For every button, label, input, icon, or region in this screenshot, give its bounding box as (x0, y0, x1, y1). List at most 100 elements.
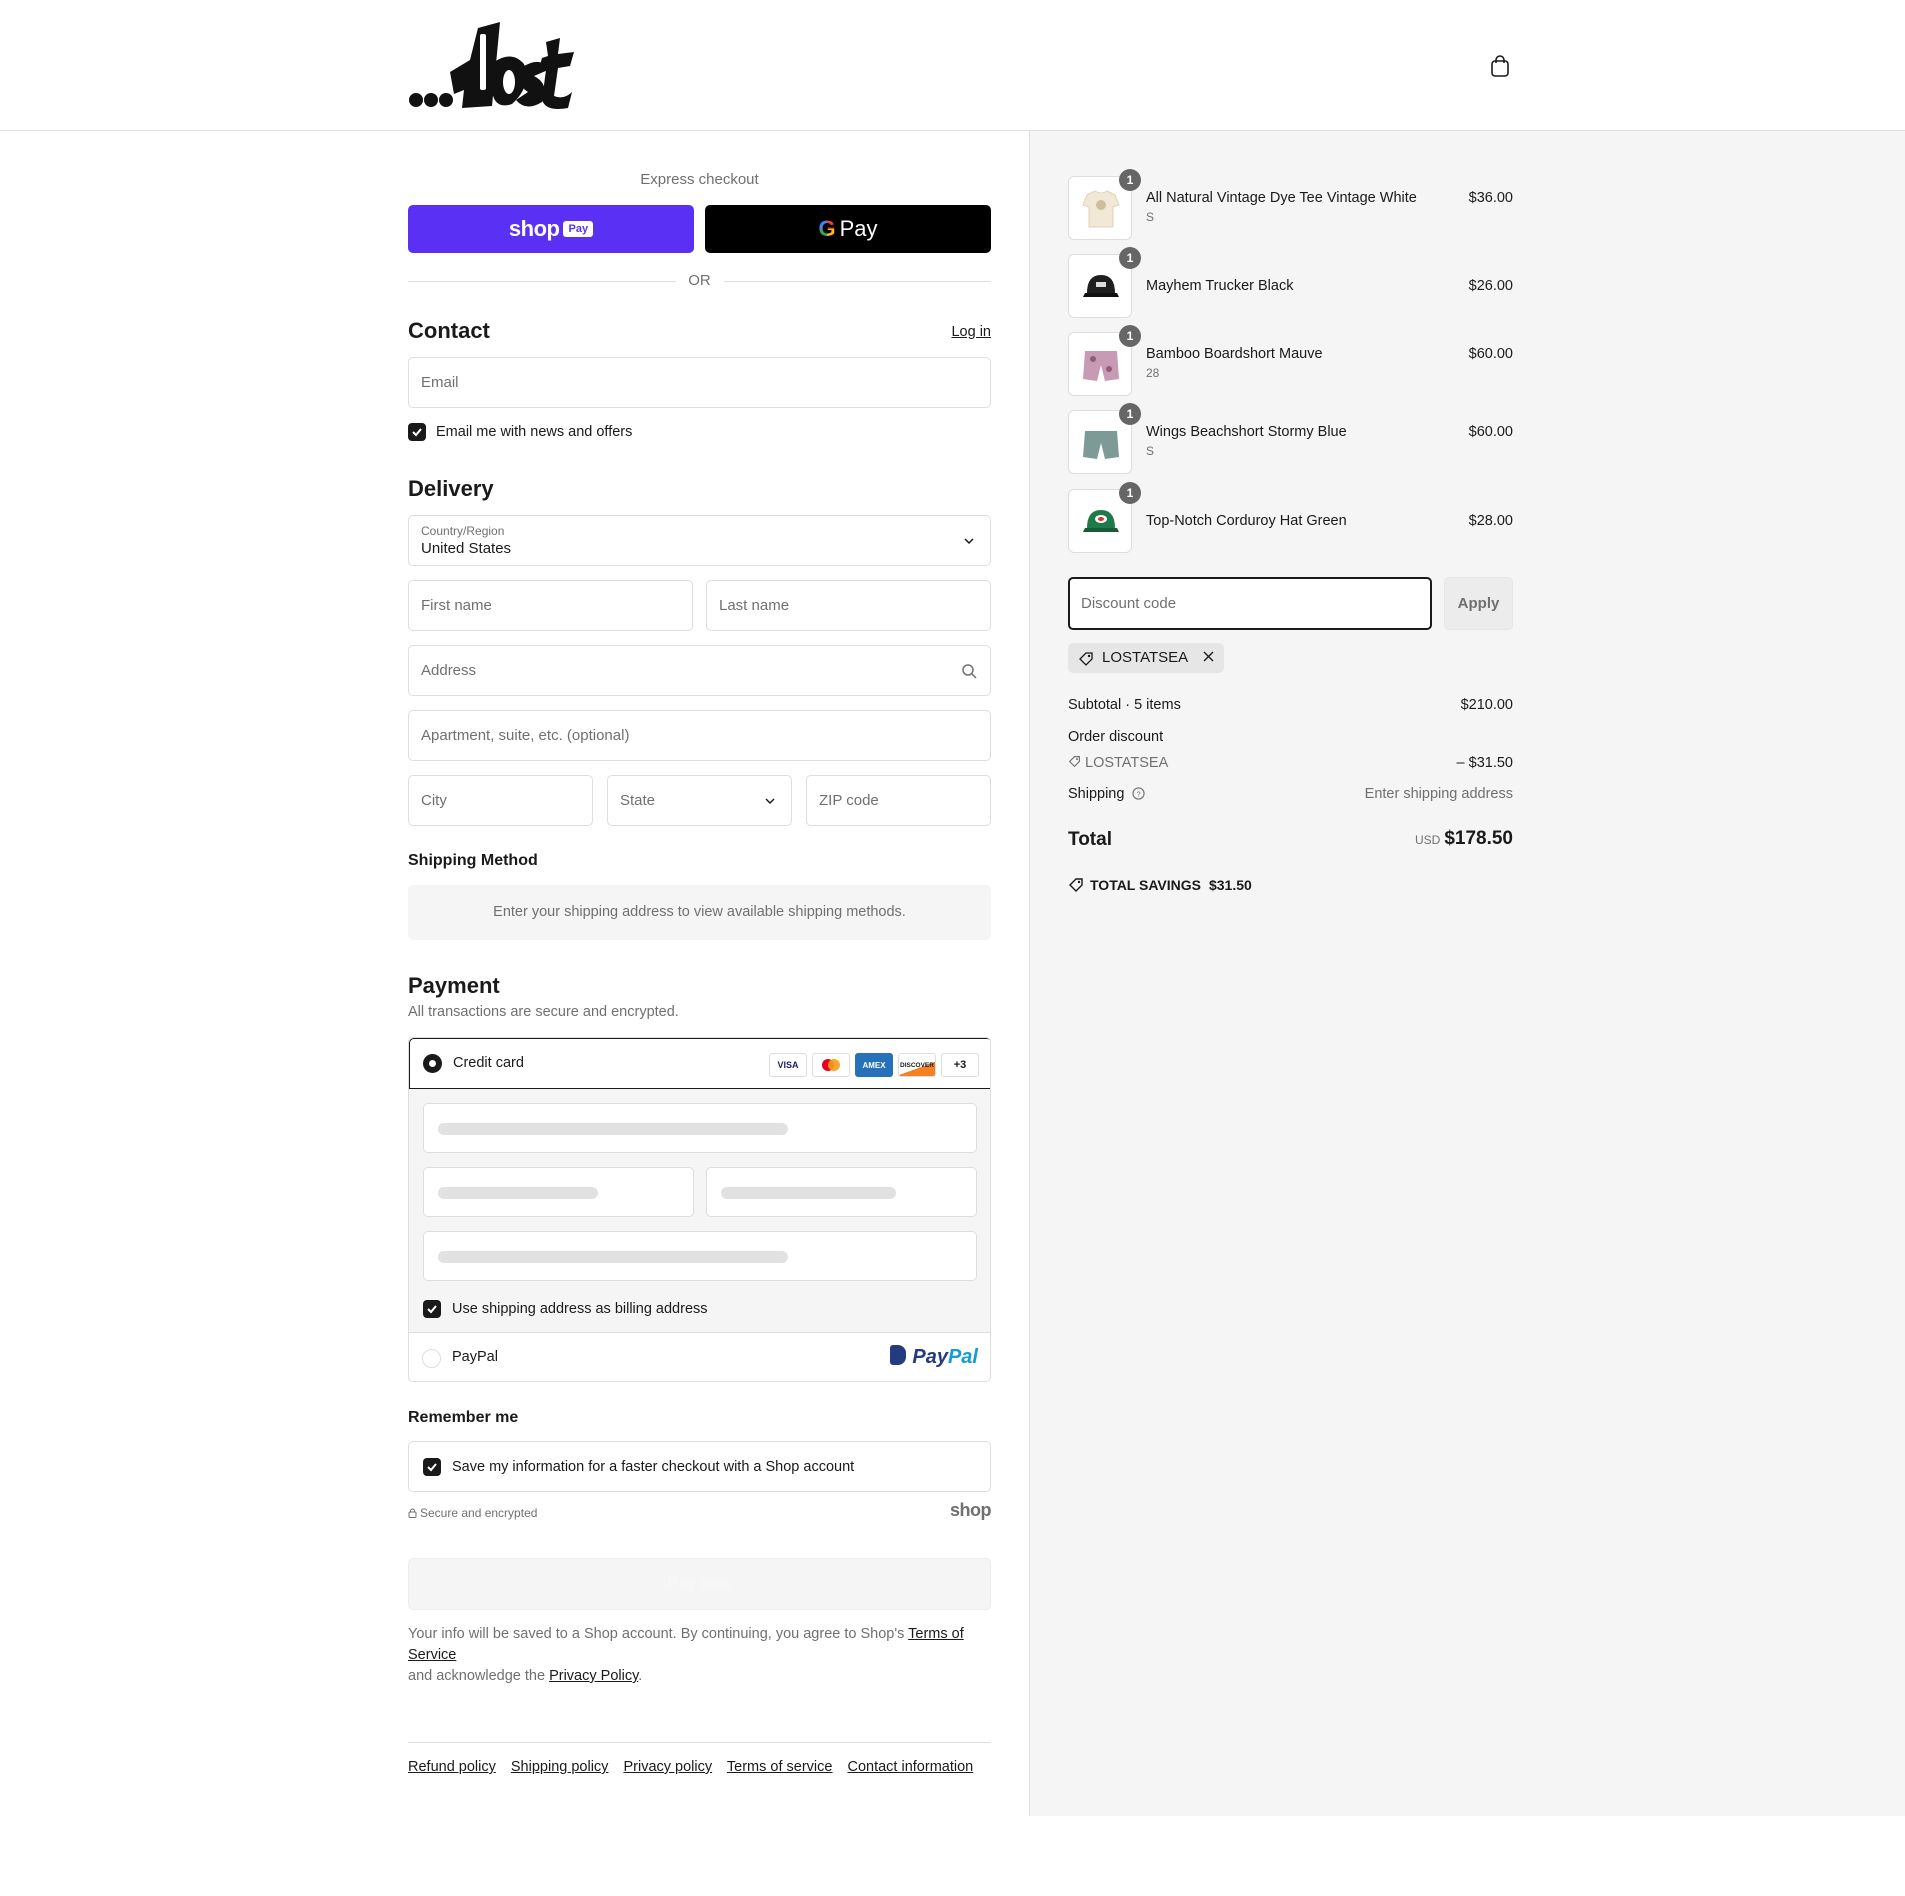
news-label: Email me with news and offers (436, 424, 633, 440)
amex-icon: AMEX (855, 1053, 893, 1077)
applied-discount-code: LOSTATSEA (1102, 649, 1188, 666)
email-field[interactable]: Email (408, 357, 991, 408)
zip-field[interactable]: ZIP code (806, 775, 991, 826)
credit-card-fields: Use shipping address as billing address (409, 1089, 990, 1333)
last-name-field[interactable]: Last name (706, 580, 991, 631)
visa-icon: VISA (769, 1053, 807, 1077)
shop-pay-button[interactable]: shop Pay (408, 205, 694, 253)
applied-discount-tag: LOSTATSEA (1068, 643, 1225, 673)
discount-code-placeholder: Discount code (1081, 595, 1177, 612)
state-select[interactable]: State (607, 775, 792, 826)
item-price: $60.00 (1468, 346, 1513, 362)
more-cards-badge: +3 (941, 1053, 979, 1077)
card-name-field[interactable] (423, 1231, 977, 1281)
check-icon (412, 428, 422, 437)
tag-icon (1068, 756, 1080, 768)
shop-logo: shop (950, 1500, 992, 1520)
express-checkout-title: Express checkout (640, 171, 759, 188)
news-checkbox[interactable] (408, 423, 426, 441)
shopping-bag-icon[interactable] (1488, 54, 1512, 78)
shipping-label: Shipping (1068, 786, 1125, 802)
apply-discount-button[interactable]: Apply (1444, 577, 1513, 630)
product-thumbnail: 1 (1068, 169, 1141, 240)
remember-me-title: Remember me (408, 1409, 519, 1426)
credit-card-label: Credit card (453, 1055, 524, 1071)
item-name: Top-Notch Corduroy Hat Green (1146, 513, 1347, 529)
mastercard-icon (812, 1053, 850, 1077)
pay-now-button[interactable]: Pay now (408, 1558, 991, 1610)
cart-item: 1 Top-Notch Corduroy Hat Green $28.00 (1068, 482, 1513, 553)
total-label: Total (1068, 829, 1112, 850)
city-field[interactable]: City (408, 775, 593, 826)
cart-item: 1 All Natural Vintage Dye Tee Vintage Wh… (1068, 169, 1513, 240)
billing-checkbox[interactable] (423, 1300, 441, 1318)
shop-pay-chip: Pay (563, 221, 594, 237)
paypal-radio[interactable] (422, 1349, 441, 1368)
remove-discount-icon[interactable] (1203, 643, 1214, 673)
shipping-policy-link[interactable]: Shipping policy (511, 1759, 609, 1775)
cart-item: 1 Mayhem Trucker Black $26.00 (1068, 247, 1513, 318)
item-variant: S (1146, 210, 1155, 224)
cart-item: 1 Bamboo Boardshort Mauve 28 $60.00 (1068, 325, 1513, 396)
first-name-placeholder: First name (421, 597, 492, 614)
paypal-label: PayPal (452, 1349, 498, 1365)
terms-of-service-footer-link[interactable]: Terms of service (727, 1759, 833, 1775)
address-field[interactable]: Address (408, 645, 991, 696)
card-cvv-field[interactable] (706, 1167, 977, 1217)
apartment-field[interactable]: Apartment, suite, etc. (optional) (408, 710, 991, 761)
last-name-placeholder: Last name (719, 597, 790, 614)
order-discount-value: – $31.50 (1456, 755, 1513, 771)
header (0, 0, 1905, 131)
card-number-field[interactable] (423, 1103, 977, 1153)
product-thumbnail: 1 (1068, 482, 1141, 553)
chevron-down-icon (964, 538, 974, 545)
privacy-policy-footer-link[interactable]: Privacy policy (623, 1759, 712, 1775)
secure-encrypted: Secure and encrypted (408, 1506, 537, 1520)
product-thumbnail: 1 (1068, 403, 1141, 474)
country-label: Country/Region (421, 524, 505, 538)
contact-information-link[interactable]: Contact information (847, 1759, 973, 1775)
paypal-option[interactable]: PayPal PayPal (409, 1333, 990, 1381)
total-currency: USD (1414, 833, 1441, 847)
country-select[interactable]: Country/Region United States (408, 515, 991, 566)
remember-me-box: Save my information for a faster checkou… (408, 1441, 991, 1492)
save-info-label: Save my information for a faster checkou… (452, 1459, 855, 1475)
login-link[interactable]: Log in (951, 324, 991, 340)
or-text: OR (688, 272, 711, 289)
save-info-checkbox[interactable] (423, 1458, 441, 1476)
item-name: Wings Beachshort Stormy Blue (1146, 424, 1347, 440)
state-placeholder: State (620, 792, 656, 809)
chevron-down-icon (765, 798, 775, 805)
billing-label: Use shipping address as billing address (452, 1301, 708, 1317)
refund-policy-link[interactable]: Refund policy (408, 1759, 496, 1775)
tag-icon (1069, 878, 1083, 892)
lock-icon (408, 1508, 417, 1518)
order-discount-label: Order discount (1068, 729, 1164, 745)
item-name: All Natural Vintage Dye Tee Vintage Whit… (1146, 190, 1417, 206)
help-circle-icon[interactable]: ? (1132, 787, 1146, 800)
card-expiry-field[interactable] (423, 1167, 694, 1217)
product-thumbnail: 1 (1068, 325, 1141, 396)
discount-code-input[interactable]: Discount code (1068, 577, 1432, 630)
shipping-label-row: Shipping ? (1068, 786, 1146, 802)
check-icon (427, 1305, 437, 1314)
paypal-logo: PayPal (890, 1345, 978, 1369)
credit-card-radio[interactable] (423, 1054, 442, 1073)
order-discount-code: LOSTATSEA (1085, 755, 1169, 771)
lost-logo[interactable] (408, 20, 580, 112)
quantity-badge: 1 (1119, 169, 1141, 191)
first-name-field[interactable]: First name (408, 580, 693, 631)
google-pay-label: Pay (839, 216, 878, 241)
quantity-badge: 1 (1119, 482, 1141, 504)
savings-label: TOTAL SAVINGS (1090, 877, 1201, 893)
quantity-badge: 1 (1119, 325, 1141, 347)
privacy-policy-link[interactable]: Privacy Policy (549, 1668, 638, 1684)
subtotal-label: Subtotal · 5 items (1068, 697, 1181, 713)
shipping-value: Enter shipping address (1364, 786, 1513, 802)
google-pay-button[interactable]: G Pay (705, 205, 991, 253)
credit-card-option[interactable]: Credit card VISA AMEX DISCOVER +3 (409, 1038, 990, 1089)
contact-title: Contact (408, 318, 490, 343)
shipping-method-message: Enter your shipping address to view avai… (408, 885, 991, 940)
item-name: Bamboo Boardshort Mauve (1146, 346, 1323, 362)
payment-title: Payment (408, 973, 500, 998)
